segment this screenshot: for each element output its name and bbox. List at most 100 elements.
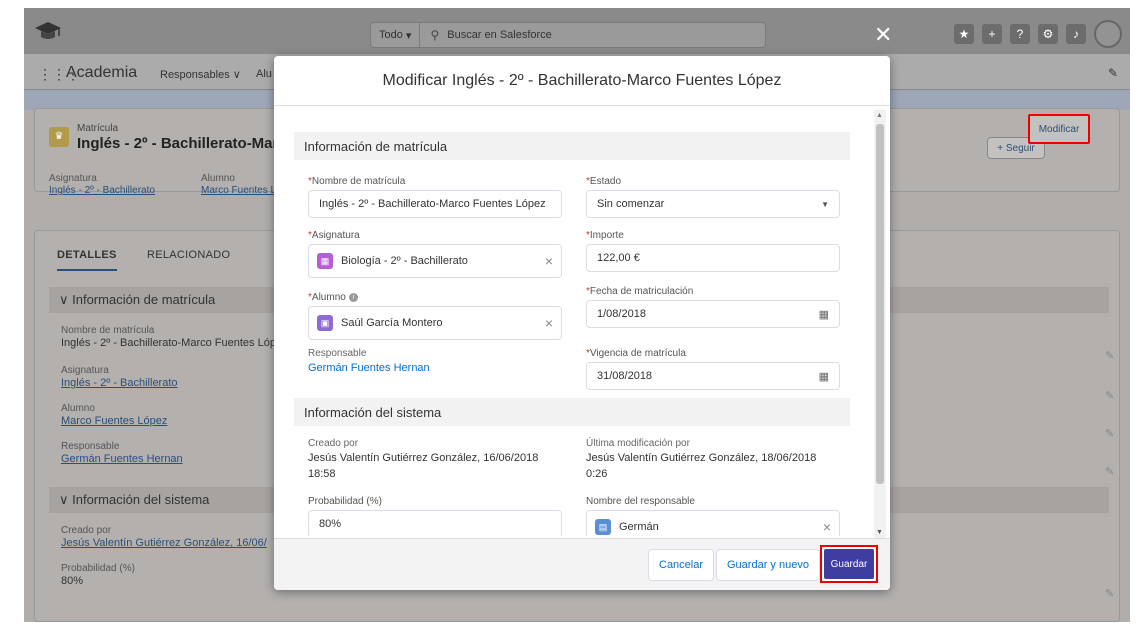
label-text: Estado xyxy=(589,176,622,187)
amount-input[interactable]: 122,00 € xyxy=(586,244,840,272)
responsible-name-value: Germán xyxy=(619,521,659,533)
label-enrollment-name: *Nombre de matrícula xyxy=(308,176,406,187)
search-scope-dropdown[interactable]: Todo ▾ xyxy=(371,23,421,47)
scroll-up-arrow-icon[interactable]: ▲ xyxy=(876,112,883,119)
field-label-student: Alumno xyxy=(61,403,95,414)
inline-edit-pencil-icon[interactable]: ✎ xyxy=(1105,427,1114,440)
record-type-icon: ♛ xyxy=(49,127,69,147)
highlight-label-subject: Asignatura xyxy=(49,173,97,184)
save-button-highlight: Guardar xyxy=(820,545,878,583)
created-by-value-line2: 18:58 xyxy=(308,468,336,480)
label-modified-by: Última modificación por xyxy=(586,438,690,449)
search-scope-label: Todo xyxy=(379,29,403,41)
enroll-date-input[interactable]: 1/08/2018 ▦ xyxy=(586,300,840,328)
label-subject: *Asignatura xyxy=(308,230,360,241)
inline-edit-pencil-icon[interactable]: ✎ xyxy=(1105,587,1114,600)
student-lookup-value: Saúl García Montero xyxy=(341,317,443,329)
validity-date-input[interactable]: 31/08/2018 ▦ xyxy=(586,362,840,390)
save-and-new-button[interactable]: Guardar y nuevo xyxy=(716,549,820,581)
contact-object-icon: ▤ xyxy=(595,519,611,535)
student-lookup[interactable]: ▣ Saúl García Montero × xyxy=(308,306,562,340)
enroll-date-value: 1/08/2018 xyxy=(597,308,646,320)
record-type: Matrícula xyxy=(77,123,119,134)
inline-edit-pencil-icon[interactable]: ✎ xyxy=(1105,349,1114,362)
field-value-probability: 80% xyxy=(61,575,84,587)
modal-title: Modificar Inglés - 2º - Bachillerato-Mar… xyxy=(274,56,890,106)
modified-by-value-line1: Jesús Valentín Gutiérrez González, 18/06… xyxy=(586,452,817,464)
field-link-student[interactable]: Marco Fuentes López xyxy=(61,415,167,427)
header-utility-icons: ★ + ? ⚙ ♪ xyxy=(954,20,1122,48)
label-amount: *Importe xyxy=(586,230,624,241)
label-status: *Estado xyxy=(586,176,622,187)
global-actions-icon[interactable]: + xyxy=(982,24,1002,44)
help-icon[interactable]: ? xyxy=(1010,24,1030,44)
scroll-thumb[interactable] xyxy=(876,124,884,484)
clear-icon[interactable]: × xyxy=(823,519,831,535)
clear-icon[interactable]: × xyxy=(545,315,553,331)
tab-details[interactable]: DETALLES xyxy=(57,249,117,271)
info-icon[interactable]: i xyxy=(348,292,358,302)
setup-gear-icon[interactable]: ⚙ xyxy=(1038,24,1058,44)
student-object-icon: ▣ xyxy=(317,315,333,331)
user-avatar[interactable] xyxy=(1094,20,1122,48)
modified-by-value-line2: 0:26 xyxy=(586,468,608,480)
modal-scrollbar[interactable]: ▲ ▼ xyxy=(874,110,886,538)
field-label-created-by: Creado por xyxy=(61,525,112,536)
modal-section-enrollment: Información de matrícula xyxy=(294,132,850,160)
label-text: Nombre de matrícula xyxy=(311,176,406,187)
label-enroll-date: *Fecha de matriculación xyxy=(586,286,694,297)
status-select[interactable]: Sin comenzar ▼ xyxy=(586,190,840,218)
responsible-link[interactable]: Germán Fuentes Hernan xyxy=(308,360,430,376)
highlight-link-student[interactable]: Marco Fuentes L xyxy=(201,185,276,196)
graduation-cap-logo-icon xyxy=(34,18,62,44)
scroll-down-arrow-icon[interactable]: ▼ xyxy=(876,529,883,536)
nav-item-label: Responsables xyxy=(160,69,230,81)
label-responsible: Responsable xyxy=(308,348,367,359)
enrollment-name-input[interactable]: Inglés - 2º - Bachillerato-Marco Fuentes… xyxy=(308,190,562,218)
close-modal-icon[interactable]: ✕ xyxy=(874,24,892,46)
edit-record-button[interactable]: Modificar xyxy=(1028,114,1090,144)
tab-related[interactable]: RELACIONADO xyxy=(147,249,230,261)
label-text: Importe xyxy=(589,230,624,241)
status-select-value: Sin comenzar xyxy=(597,198,665,210)
app-name: Academia xyxy=(66,64,138,81)
edit-nav-pencil-icon[interactable]: ✎ xyxy=(1108,66,1118,80)
field-link-created-by[interactable]: Jesús Valentín Gutiérrez González, 16/06… xyxy=(61,537,267,549)
validity-date-value: 31/08/2018 xyxy=(597,370,653,382)
inline-edit-pencil-icon[interactable]: ✎ xyxy=(1105,465,1114,478)
label-text: Vigencia de matrícula xyxy=(589,348,686,359)
cancel-button[interactable]: Cancelar xyxy=(648,549,715,581)
field-link-subject[interactable]: Inglés - 2º - Bachillerato xyxy=(61,377,178,389)
field-value-name: Inglés - 2º - Bachillerato-Marco Fuentes… xyxy=(61,337,288,349)
clear-icon[interactable]: × xyxy=(545,253,553,269)
global-search[interactable]: Todo ▾ ⚲ Buscar en Salesforce xyxy=(370,22,766,48)
subject-lookup[interactable]: ▦ Biología - 2º - Bachillerato × xyxy=(308,244,562,278)
label-text: Fecha de matriculación xyxy=(589,286,694,297)
modal-footer: Cancelar Guardar y nuevo Guardar xyxy=(274,538,890,590)
label-validity: *Vigencia de matrícula xyxy=(586,348,686,359)
notifications-bell-icon[interactable]: ♪ xyxy=(1066,24,1086,44)
calendar-icon[interactable]: ▦ xyxy=(819,370,829,383)
modal-section-system: Información del sistema xyxy=(294,398,850,426)
probability-input[interactable]: 80% xyxy=(308,510,562,536)
field-link-responsible[interactable]: Germán Fuentes Hernan xyxy=(61,453,183,465)
save-button[interactable]: Guardar xyxy=(824,549,874,579)
field-label-name: Nombre de matrícula xyxy=(61,325,155,336)
label-student: *Alumno i xyxy=(308,292,358,303)
label-probability: Probabilidad (%) xyxy=(308,496,382,507)
nav-item-alumnos[interactable]: Alu xyxy=(256,68,272,80)
search-icon: ⚲ xyxy=(430,28,440,42)
favorites-icon[interactable]: ★ xyxy=(954,24,974,44)
subject-lookup-value: Biología - 2º - Bachillerato xyxy=(341,255,468,267)
label-created-by: Creado por xyxy=(308,438,359,449)
search-input[interactable]: Buscar en Salesforce xyxy=(447,29,552,41)
highlight-link-subject[interactable]: Inglés - 2º - Bachillerato xyxy=(49,185,155,196)
record-title: Inglés - 2º - Bachillerato-Marco xyxy=(77,135,296,152)
calendar-icon[interactable]: ▦ xyxy=(819,308,829,321)
responsible-name-lookup[interactable]: ▤ Germán × xyxy=(586,510,840,536)
chevron-down-icon: ▼ xyxy=(821,199,829,209)
inline-edit-pencil-icon[interactable]: ✎ xyxy=(1105,389,1114,402)
nav-item-responsables[interactable]: Responsables ∨ xyxy=(160,68,241,81)
global-header: Todo ▾ ⚲ Buscar en Salesforce ✕ ★ + ? ⚙ … xyxy=(24,8,1130,54)
modal-body: Información de matrícula *Nombre de matr… xyxy=(274,106,890,536)
